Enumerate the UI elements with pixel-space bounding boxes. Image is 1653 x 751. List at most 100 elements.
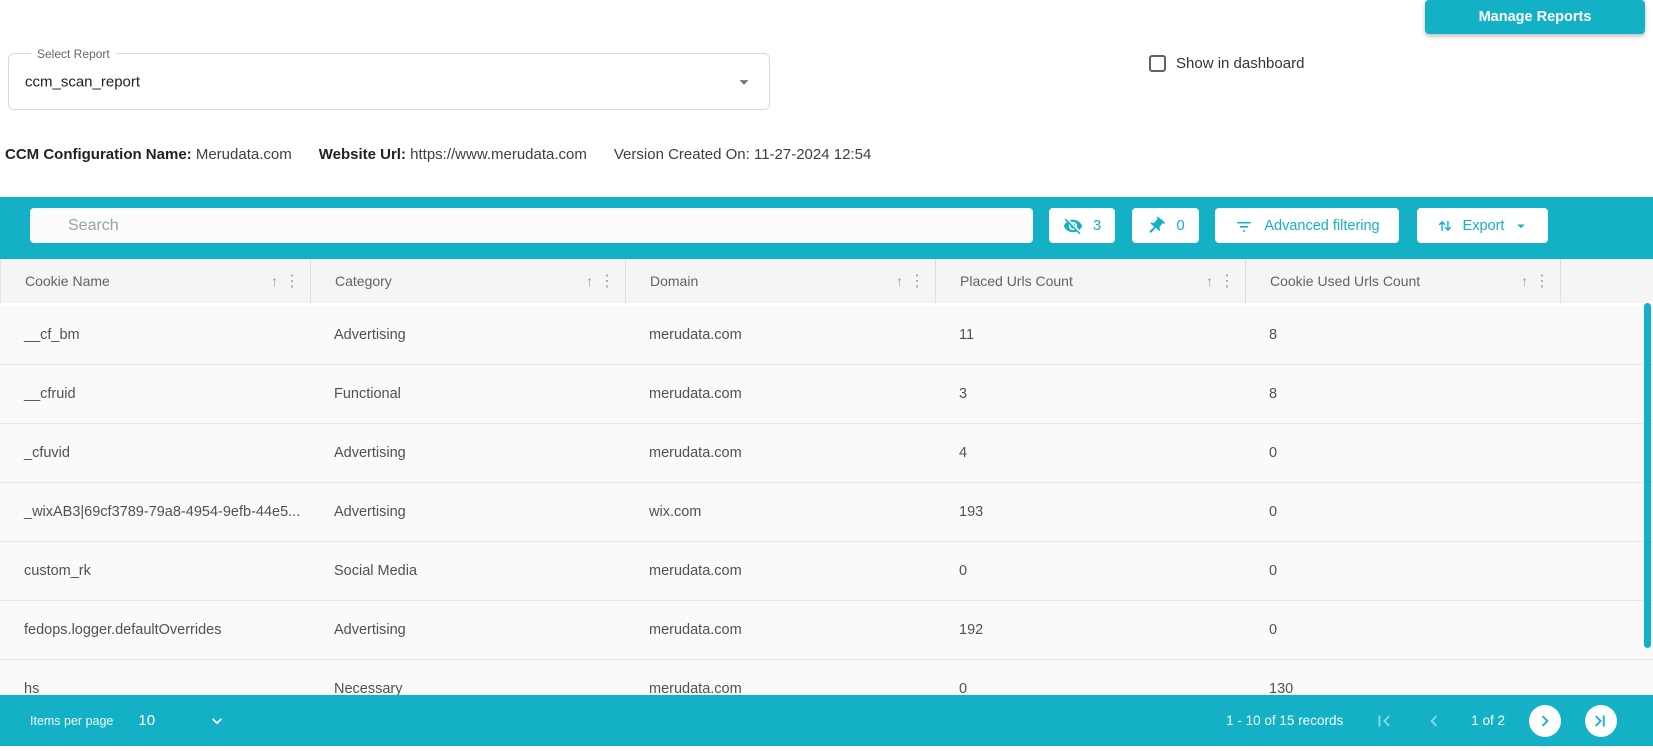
cell-domain: merudata.com [625,660,935,695]
chevron-down-icon [1512,217,1530,235]
column-header-filler [1561,259,1653,303]
records-count: 1 - 10 of 15 records [1226,713,1343,728]
vertical-scrollbar[interactable] [1644,303,1651,648]
sort-arrow-icon[interactable]: ↑ [896,273,903,289]
version-created-label: Version Created On: [614,146,750,163]
column-header-domain[interactable]: Domain ↑ ⋮ [626,259,936,303]
chevron-down-icon [207,711,227,731]
table-toolbar: 3 0 Advanced filtering Export [0,197,1653,259]
table-row: _cfuvid Advertising merudata.com 4 0 [0,424,1653,483]
cell-placed-urls-count: 193 [935,483,1245,541]
column-header-category[interactable]: Category ↑ ⋮ [311,259,626,303]
column-header-label: Placed Urls Count [960,273,1073,289]
report-select[interactable]: Select Report ccm_scan_report [8,53,770,110]
cell-category: Advertising [310,601,625,659]
advanced-filtering-label: Advanced filtering [1264,218,1379,234]
cell-cookie-used-urls-count: 130 [1245,660,1560,695]
chevron-down-icon [733,71,755,93]
cell-cookie-used-urls-count: 0 [1245,542,1560,600]
pagination-footer: Items per page 10 1 - 10 of 15 records 1… [0,695,1653,746]
cell-cookie-name: hs [0,660,310,695]
table-row: __cfruid Functional merudata.com 3 8 [0,365,1653,424]
show-in-dashboard-checkbox[interactable] [1149,55,1166,72]
pinned-columns-count: 0 [1176,217,1184,234]
column-header-cookie-name[interactable]: Cookie Name ↑ ⋮ [1,259,311,303]
column-header-cookie-used-urls-count[interactable]: Cookie Used Urls Count ↑ ⋮ [1246,259,1561,303]
column-header-label: Category [335,273,392,289]
last-page-button[interactable] [1585,705,1617,737]
column-menu-icon[interactable]: ⋮ [909,271,925,291]
column-menu-icon[interactable]: ⋮ [1534,271,1550,291]
last-page-icon [1590,710,1612,732]
cell-placed-urls-count: 3 [935,365,1245,423]
column-menu-icon[interactable]: ⋮ [284,271,300,291]
cell-placed-urls-count: 0 [935,660,1245,695]
first-page-button[interactable] [1371,708,1397,734]
sort-arrow-icon[interactable]: ↑ [1206,273,1213,289]
cell-domain: merudata.com [625,542,935,600]
cell-domain: merudata.com [625,306,935,364]
cell-domain: wix.com [625,483,935,541]
filter-icon [1234,216,1254,236]
items-per-page-select[interactable]: 10 [138,711,227,731]
chevron-left-icon [1423,710,1445,732]
column-header-label: Cookie Used Urls Count [1270,273,1420,289]
column-menu-icon[interactable]: ⋮ [1219,271,1235,291]
cell-cookie-name: __cf_bm [0,306,310,364]
sort-arrow-icon[interactable]: ↑ [271,273,278,289]
column-header-label: Cookie Name [25,273,110,289]
cell-placed-urls-count: 4 [935,424,1245,482]
report-info-bar: CCM Configuration Name: Merudata.com Web… [5,146,871,163]
cell-category: Advertising [310,306,625,364]
cell-category: Necessary [310,660,625,695]
column-header-label: Domain [650,273,698,289]
sort-arrow-icon[interactable]: ↑ [1521,273,1528,289]
table-row: fedops.logger.defaultOverrides Advertisi… [0,601,1653,660]
cell-cookie-used-urls-count: 0 [1245,424,1560,482]
next-page-button[interactable] [1529,705,1561,737]
first-page-icon [1373,710,1395,732]
show-in-dashboard-toggle[interactable]: Show in dashboard [1149,55,1304,72]
cookie-table: Cookie Name ↑ ⋮ Category ↑ ⋮ Domain ↑ ⋮ Pla… [0,259,1653,695]
manage-reports-button[interactable]: Manage Reports [1425,0,1645,34]
hidden-columns-count: 3 [1093,217,1101,234]
config-name-label: CCM Configuration Name: [5,146,192,163]
config-name-info: CCM Configuration Name: Merudata.com [5,146,292,163]
items-per-page-value: 10 [138,712,155,729]
version-created-info: Version Created On: 11-27-2024 12:54 [614,146,871,163]
column-menu-icon[interactable]: ⋮ [599,271,615,291]
cell-cookie-used-urls-count: 0 [1245,483,1560,541]
cell-cookie-name: __cfruid [0,365,310,423]
chevron-right-icon [1534,710,1556,732]
version-created-value: 11-27-2024 12:54 [754,146,871,163]
hidden-columns-button[interactable]: 3 [1049,208,1115,243]
table-header-row: Cookie Name ↑ ⋮ Category ↑ ⋮ Domain ↑ ⋮ Pla… [0,259,1653,303]
table-row: _wixAB3|69cf3789-79a8-4954-9efb-44e5... … [0,483,1653,542]
items-per-page-label: Items per page [30,714,113,728]
cell-placed-urls-count: 11 [935,306,1245,364]
pager: 1 - 10 of 15 records 1 of 2 [1226,705,1617,737]
cell-domain: merudata.com [625,424,935,482]
cell-domain: merudata.com [625,601,935,659]
ccm-scan-report-page: Manage Reports Select Report ccm_scan_re… [0,0,1653,751]
export-label: Export [1463,218,1505,234]
sort-arrows-icon [1435,216,1455,236]
search-input[interactable] [30,208,1033,243]
cell-placed-urls-count: 192 [935,601,1245,659]
advanced-filtering-button[interactable]: Advanced filtering [1215,208,1399,243]
cell-cookie-used-urls-count: 0 [1245,601,1560,659]
table-row: custom_rk Social Media merudata.com 0 0 [0,542,1653,601]
column-header-placed-urls-count[interactable]: Placed Urls Count ↑ ⋮ [936,259,1246,303]
website-url-label: Website Url: [319,146,406,163]
show-in-dashboard-label: Show in dashboard [1176,55,1304,72]
cell-category: Social Media [310,542,625,600]
sort-arrow-icon[interactable]: ↑ [586,273,593,289]
report-select-value: ccm_scan_report [25,73,140,90]
pinned-columns-button[interactable]: 0 [1132,208,1199,243]
config-name-value: Merudata.com [196,146,292,163]
cell-cookie-name: custom_rk [0,542,310,600]
cell-cookie-used-urls-count: 8 [1245,306,1560,364]
cell-category: Functional [310,365,625,423]
previous-page-button[interactable] [1421,708,1447,734]
export-button[interactable]: Export [1417,208,1548,243]
